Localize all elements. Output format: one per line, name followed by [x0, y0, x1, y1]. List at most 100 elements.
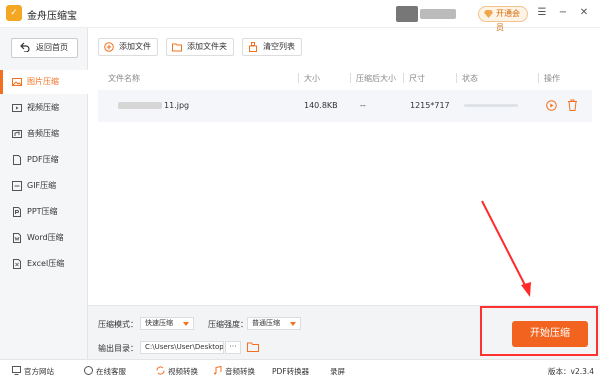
file-table-header: 文件名称 大小 压缩后大小 尺寸 状态 操作: [98, 70, 592, 86]
sidebar-item-video[interactable]: 视频压缩: [0, 96, 88, 120]
add-file-label: 添加文件: [119, 42, 151, 51]
start-compress-label: 开始压缩: [530, 328, 570, 339]
chat-icon: [84, 366, 93, 375]
back-arrow-icon: [20, 42, 30, 52]
ppt-icon: [13, 207, 21, 217]
file-dimensions: 1215*717: [410, 101, 450, 110]
diamond-icon: [484, 10, 493, 18]
menu-icon[interactable]: ☰: [536, 7, 548, 19]
compress-strength-value: 普通压缩: [252, 319, 280, 327]
audio-convert-label: 音频转换: [225, 367, 255, 376]
video-convert-label: 视频转换: [168, 367, 198, 376]
app-title: 金舟压缩宝: [27, 11, 77, 22]
back-home-button[interactable]: 返回首页: [11, 38, 78, 58]
sidebar-item-label: GIF压缩: [27, 181, 57, 190]
add-folder-label: 添加文件夹: [187, 42, 227, 51]
video-icon: [12, 104, 22, 112]
status-bar: 官方网站 在线客服 视频转换 音频转换 PDF转换器 录屏 版本：v2.3.4: [0, 359, 600, 382]
sidebar-item-pdf[interactable]: PDF压缩: [0, 148, 88, 172]
column-header-dimensions: 尺寸: [409, 74, 425, 83]
trash-icon[interactable]: [567, 99, 578, 111]
pdf-icon: [13, 155, 21, 165]
sidebar-item-label: Word压缩: [27, 233, 64, 242]
file-name: 11.jpg: [164, 101, 190, 110]
chevron-down-icon: [290, 322, 296, 326]
compressed-size: --: [360, 101, 366, 110]
sidebar-item-label: Excel压缩: [27, 259, 65, 268]
word-icon: [13, 233, 21, 243]
clear-list-label: 清空列表: [263, 42, 295, 51]
title-bar: ✓ 金舟压缩宝 开通会员 ☰ − ✕: [0, 0, 600, 32]
output-dir-label: 输出目录：: [98, 344, 138, 353]
browse-button[interactable]: ···: [225, 341, 241, 354]
pdf-convert-label: PDF转换器: [272, 367, 310, 376]
column-header-compressed-size: 压缩后大小: [356, 74, 396, 83]
app-logo-icon: ✓: [6, 5, 22, 21]
progress-bar: [464, 104, 518, 107]
file-name-blurred: [118, 102, 162, 109]
record-label: 录屏: [330, 367, 345, 376]
audio-icon: [12, 130, 22, 138]
add-folder-button[interactable]: 添加文件夹: [166, 38, 234, 56]
gif-icon: [12, 181, 22, 191]
compress-mode-dropdown[interactable]: 快速压缩: [140, 317, 194, 330]
record-link[interactable]: 录屏: [330, 366, 345, 377]
sidebar-item-gif[interactable]: GIF压缩: [0, 174, 88, 198]
sidebar-item-ppt[interactable]: PPT压缩: [0, 200, 88, 224]
column-header-actions: 操作: [544, 74, 560, 83]
avatar[interactable]: [396, 6, 418, 22]
file-size: 140.8KB: [304, 101, 338, 110]
website-label: 官方网站: [24, 367, 54, 376]
compress-strength-dropdown[interactable]: 普通压缩: [247, 317, 301, 330]
sidebar-item-audio[interactable]: 音频压缩: [0, 122, 88, 146]
column-divider: [403, 73, 404, 83]
output-path-value: C:\Users\User\Desktop\: [145, 343, 224, 351]
back-home-label: 返回首页: [36, 43, 68, 52]
vip-button-label: 开通会员: [496, 9, 520, 32]
sidebar-item-excel[interactable]: Excel压缩: [0, 252, 88, 276]
annotation-arrow-icon: [481, 200, 531, 297]
user-name: [420, 9, 456, 19]
compress-mode-label: 压缩模式：: [98, 320, 138, 329]
image-icon: [12, 78, 22, 86]
compress-mode-value: 快速压缩: [145, 319, 173, 327]
vip-button[interactable]: 开通会员: [478, 6, 528, 32]
column-divider: [350, 73, 351, 83]
column-divider: [456, 73, 457, 83]
folder-icon: [172, 43, 182, 52]
audio-convert-link[interactable]: 音频转换: [213, 366, 255, 377]
plus-circle-icon: [104, 42, 114, 52]
output-path-field[interactable]: C:\Users\User\Desktop\: [140, 341, 224, 354]
pdf-convert-link[interactable]: PDF转换器: [272, 366, 309, 377]
sidebar-item-label: 图片压缩: [27, 77, 59, 86]
column-header-status: 状态: [462, 74, 478, 83]
sidebar-item-label: PPT压缩: [27, 207, 58, 216]
sidebar-item-image[interactable]: 图片压缩: [0, 70, 88, 94]
support-link[interactable]: 在线客服: [84, 366, 126, 377]
browse-button-label: ···: [229, 342, 237, 351]
sidebar-item-word[interactable]: Word压缩: [0, 226, 88, 250]
folder-icon[interactable]: [247, 342, 259, 352]
website-link[interactable]: 官方网站: [12, 366, 54, 377]
sidebar: 返回首页 图片压缩 视频压缩 音频压缩 PDF压缩 GIF压缩 PPT压缩 Wo…: [0, 28, 88, 359]
monitor-icon: [12, 366, 21, 375]
sidebar-item-label: 视频压缩: [27, 103, 59, 112]
support-label: 在线客服: [96, 367, 126, 376]
column-divider: [298, 73, 299, 83]
column-header-name: 文件名称: [108, 74, 140, 83]
clear-list-button[interactable]: 清空列表: [242, 38, 302, 56]
column-header-size: 大小: [304, 74, 320, 83]
close-icon[interactable]: ✕: [578, 7, 590, 19]
add-file-button[interactable]: 添加文件: [98, 38, 158, 56]
music-icon: [214, 366, 222, 375]
start-compress-button[interactable]: 开始压缩: [512, 321, 588, 347]
sidebar-item-label: PDF压缩: [27, 155, 59, 164]
minimize-icon[interactable]: −: [557, 7, 569, 19]
column-divider: [538, 73, 539, 83]
table-row[interactable]: 11.jpg 140.8KB -- 1215*717: [98, 90, 592, 122]
sidebar-item-label: 音频压缩: [27, 129, 59, 138]
video-convert-icon: [156, 366, 165, 375]
chevron-down-icon: [183, 322, 189, 326]
play-circle-icon[interactable]: [546, 100, 557, 111]
video-convert-link[interactable]: 视频转换: [156, 366, 198, 377]
